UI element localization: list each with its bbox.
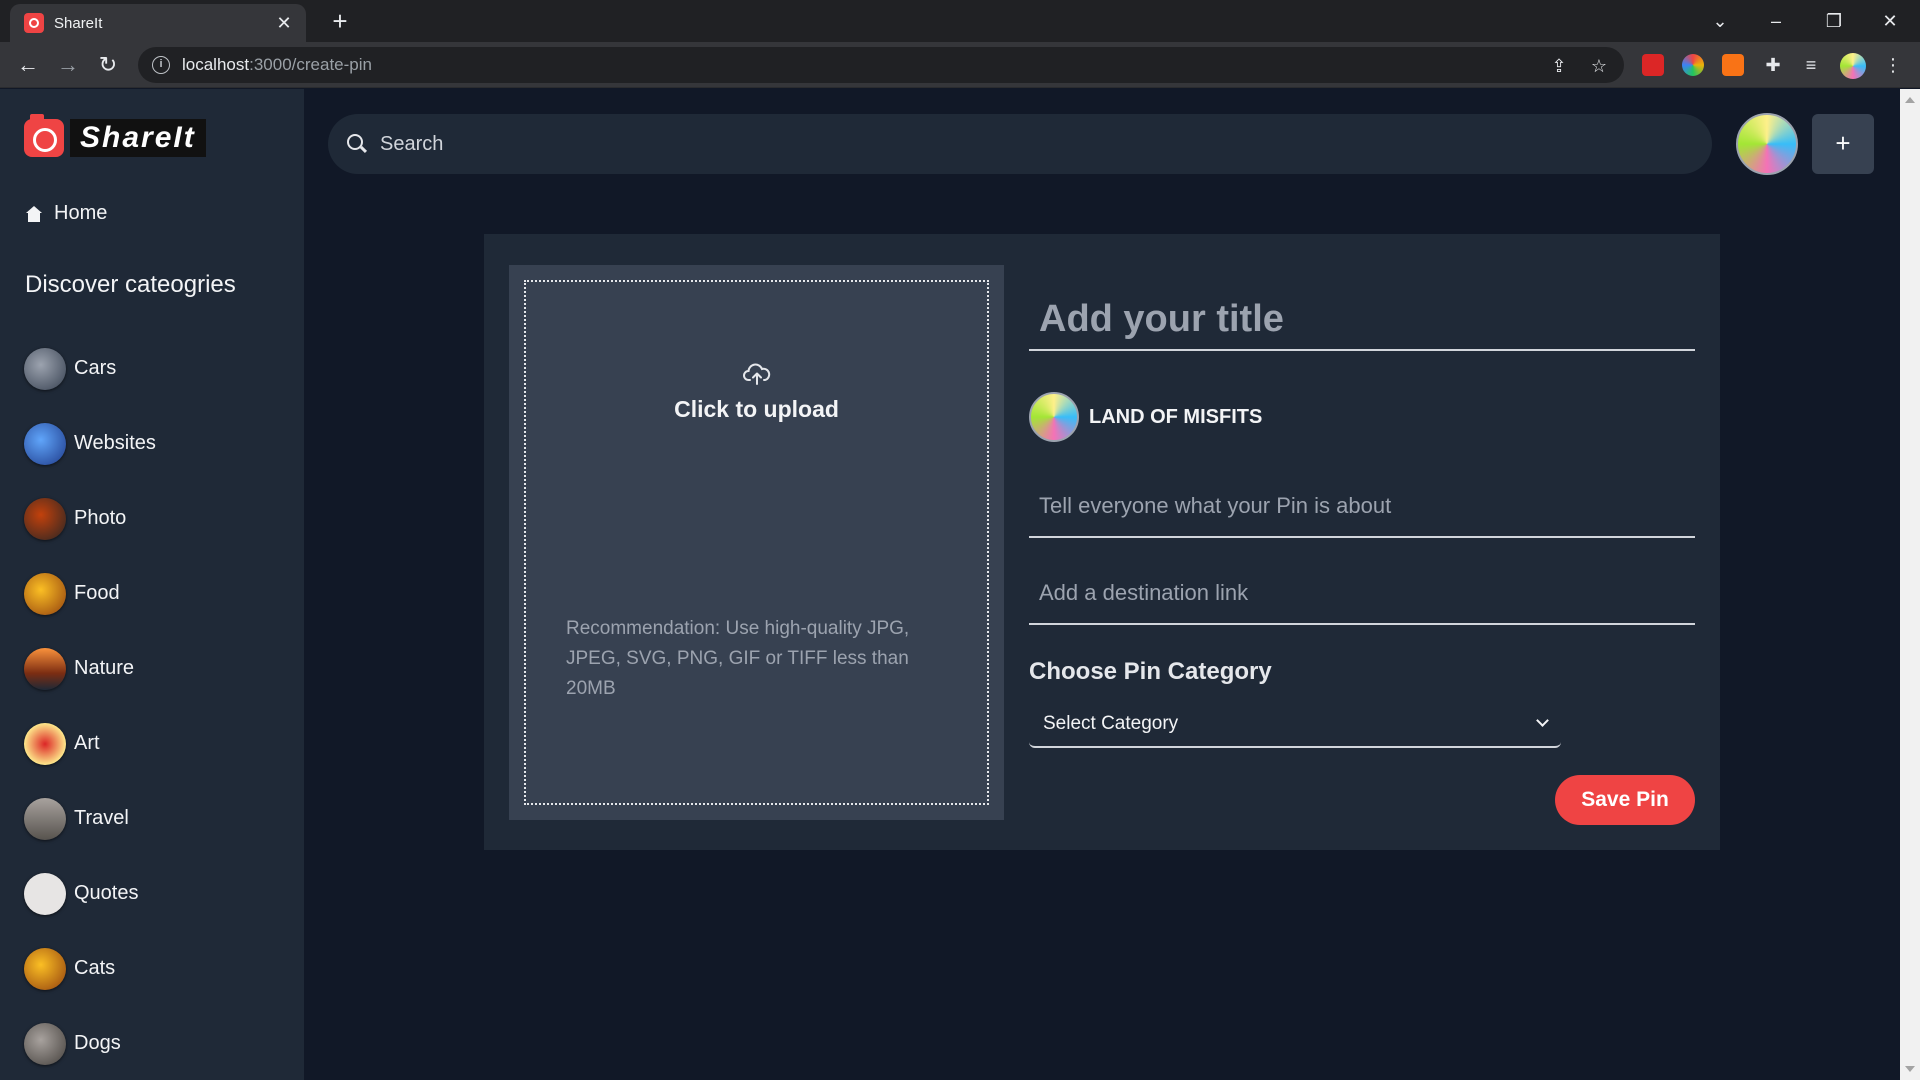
tab-search-chevron-icon[interactable]: ⌄ xyxy=(1700,6,1740,36)
browser-profile-avatar[interactable] xyxy=(1840,53,1866,79)
user-avatar[interactable] xyxy=(1736,113,1798,175)
sidebar-item-websites[interactable]: Websites xyxy=(24,406,156,481)
sidebar-item-nature[interactable]: Nature xyxy=(24,631,156,706)
category-thumbnail xyxy=(24,647,66,690)
search-bar[interactable] xyxy=(328,114,1712,174)
restore-window-button[interactable]: ❐ xyxy=(1814,6,1854,36)
save-pin-button[interactable]: Save Pin xyxy=(1555,775,1695,825)
logo-text: ShareIt xyxy=(70,119,206,157)
site-info-icon[interactable]: i xyxy=(152,56,170,74)
sidebar-item-label: Dogs xyxy=(74,1032,121,1054)
category-thumbnail xyxy=(24,872,66,915)
sidebar-item-label: Travel xyxy=(74,807,129,829)
sidebar-item-cars[interactable]: Cars xyxy=(24,331,156,406)
category-list: Cars Websites Photo Food Nature Art Trav… xyxy=(24,331,156,1080)
sidebar: ShareIt Home Discover cateogries Cars We… xyxy=(0,89,304,1080)
sidebar-item-cats[interactable]: Cats xyxy=(24,931,156,1006)
category-thumbnail xyxy=(24,422,66,465)
sidebar-item-label: Cars xyxy=(74,357,117,379)
puzzle-extensions-icon[interactable]: ✚ xyxy=(1762,54,1784,76)
close-tab-icon[interactable]: ✕ xyxy=(274,13,294,33)
sidebar-item-label: Websites xyxy=(74,432,156,454)
forward-arrow-icon[interactable]: → xyxy=(54,51,82,79)
new-tab-button[interactable]: + xyxy=(326,8,354,36)
sidebar-item-label: Cats xyxy=(74,957,116,979)
sidebar-item-travel[interactable]: Travel xyxy=(24,781,156,856)
share-icon[interactable]: ⇪ xyxy=(1548,55,1570,77)
sidebar-item-dogs[interactable]: Dogs xyxy=(24,1006,156,1080)
chevron-down-icon xyxy=(1536,714,1549,727)
sidebar-item-label: Home xyxy=(54,202,108,224)
back-arrow-icon[interactable]: ← xyxy=(14,51,42,79)
create-pin-card: Click to upload Recommendation: Use high… xyxy=(484,234,1720,850)
category-thumbnail xyxy=(24,497,66,540)
scroll-down-arrow-icon[interactable] xyxy=(1905,1066,1915,1072)
category-thumbnail xyxy=(24,572,66,615)
about-input[interactable] xyxy=(1029,476,1695,538)
scroll-up-arrow-icon[interactable] xyxy=(1905,97,1915,103)
pin-owner: LAND OF MISFITS xyxy=(1029,392,1262,442)
sidebar-item-photo[interactable]: Photo xyxy=(24,481,156,556)
camera-logo-icon xyxy=(24,114,64,157)
destination-link-input[interactable] xyxy=(1029,563,1695,625)
category-thumbnail xyxy=(24,722,66,765)
browser-tab[interactable]: ShareIt ✕ xyxy=(10,4,306,42)
title-input[interactable] xyxy=(1029,289,1695,351)
category-thumbnail xyxy=(24,947,66,990)
upload-dropzone[interactable]: Click to upload Recommendation: Use high… xyxy=(524,280,989,805)
extension-color-icon[interactable] xyxy=(1682,54,1704,76)
sidebar-item-label: Food xyxy=(74,582,120,604)
sidebar-item-food[interactable]: Food xyxy=(24,556,156,631)
bookmark-star-icon[interactable]: ☆ xyxy=(1588,55,1610,77)
extension-fox-icon[interactable] xyxy=(1722,54,1744,76)
media-queue-icon[interactable]: ≡ xyxy=(1800,54,1822,76)
browser-menu-icon[interactable]: ⋮ xyxy=(1882,54,1904,76)
upload-recommendation: Recommendation: Use high-quality JPG, JP… xyxy=(566,618,910,699)
url-text[interactable]: localhost:3000/create-pin xyxy=(182,55,372,75)
upload-label[interactable]: Click to upload xyxy=(526,396,987,423)
owner-avatar xyxy=(1029,392,1079,442)
address-bar[interactable]: i localhost:3000/create-pin ⇪ ☆ xyxy=(138,47,1624,83)
category-thumbnail xyxy=(24,347,66,390)
owner-name: LAND OF MISFITS xyxy=(1089,405,1263,428)
search-input[interactable] xyxy=(380,132,1680,156)
sidebar-item-label: Art xyxy=(74,732,100,754)
sidebar-item-quotes[interactable]: Quotes xyxy=(24,856,156,931)
close-window-button[interactable]: ✕ xyxy=(1870,6,1910,36)
browser-tab-strip: ShareIt ✕ + ⌄ – ❐ ✕ xyxy=(0,0,1920,42)
browser-toolbar: ← → ↻ i localhost:3000/create-pin ⇪ ☆ ✚ … xyxy=(0,42,1920,88)
sidebar-item-art[interactable]: Art xyxy=(24,706,156,781)
category-heading: Choose Pin Category xyxy=(1029,658,1272,685)
sidebar-item-label: Quotes xyxy=(74,882,139,904)
category-select-value: Select Category xyxy=(1043,713,1179,734)
upload-panel[interactable]: Click to upload Recommendation: Use high… xyxy=(509,265,1004,820)
category-thumbnail xyxy=(24,797,66,840)
sidebar-item-label: Photo xyxy=(74,507,127,529)
search-icon xyxy=(346,133,368,155)
home-icon xyxy=(26,205,42,222)
browser-tab-title: ShareIt xyxy=(54,14,103,32)
reload-icon[interactable]: ↻ xyxy=(94,51,122,79)
category-select[interactable]: Select Category xyxy=(1029,702,1561,748)
category-thumbnail xyxy=(24,1022,66,1065)
sidebar-item-home[interactable]: Home xyxy=(26,202,107,225)
extension-red-icon[interactable] xyxy=(1642,54,1664,76)
add-pin-button[interactable]: + xyxy=(1812,114,1874,174)
minimize-window-button[interactable]: – xyxy=(1756,6,1796,36)
sidebar-item-label: Nature xyxy=(74,657,135,679)
cloud-upload-icon xyxy=(743,363,771,385)
page-scrollbar[interactable] xyxy=(1900,89,1920,1080)
app-logo[interactable]: ShareIt xyxy=(24,114,206,157)
discover-heading: Discover cateogries xyxy=(25,271,236,298)
camera-favicon-icon xyxy=(24,13,44,33)
